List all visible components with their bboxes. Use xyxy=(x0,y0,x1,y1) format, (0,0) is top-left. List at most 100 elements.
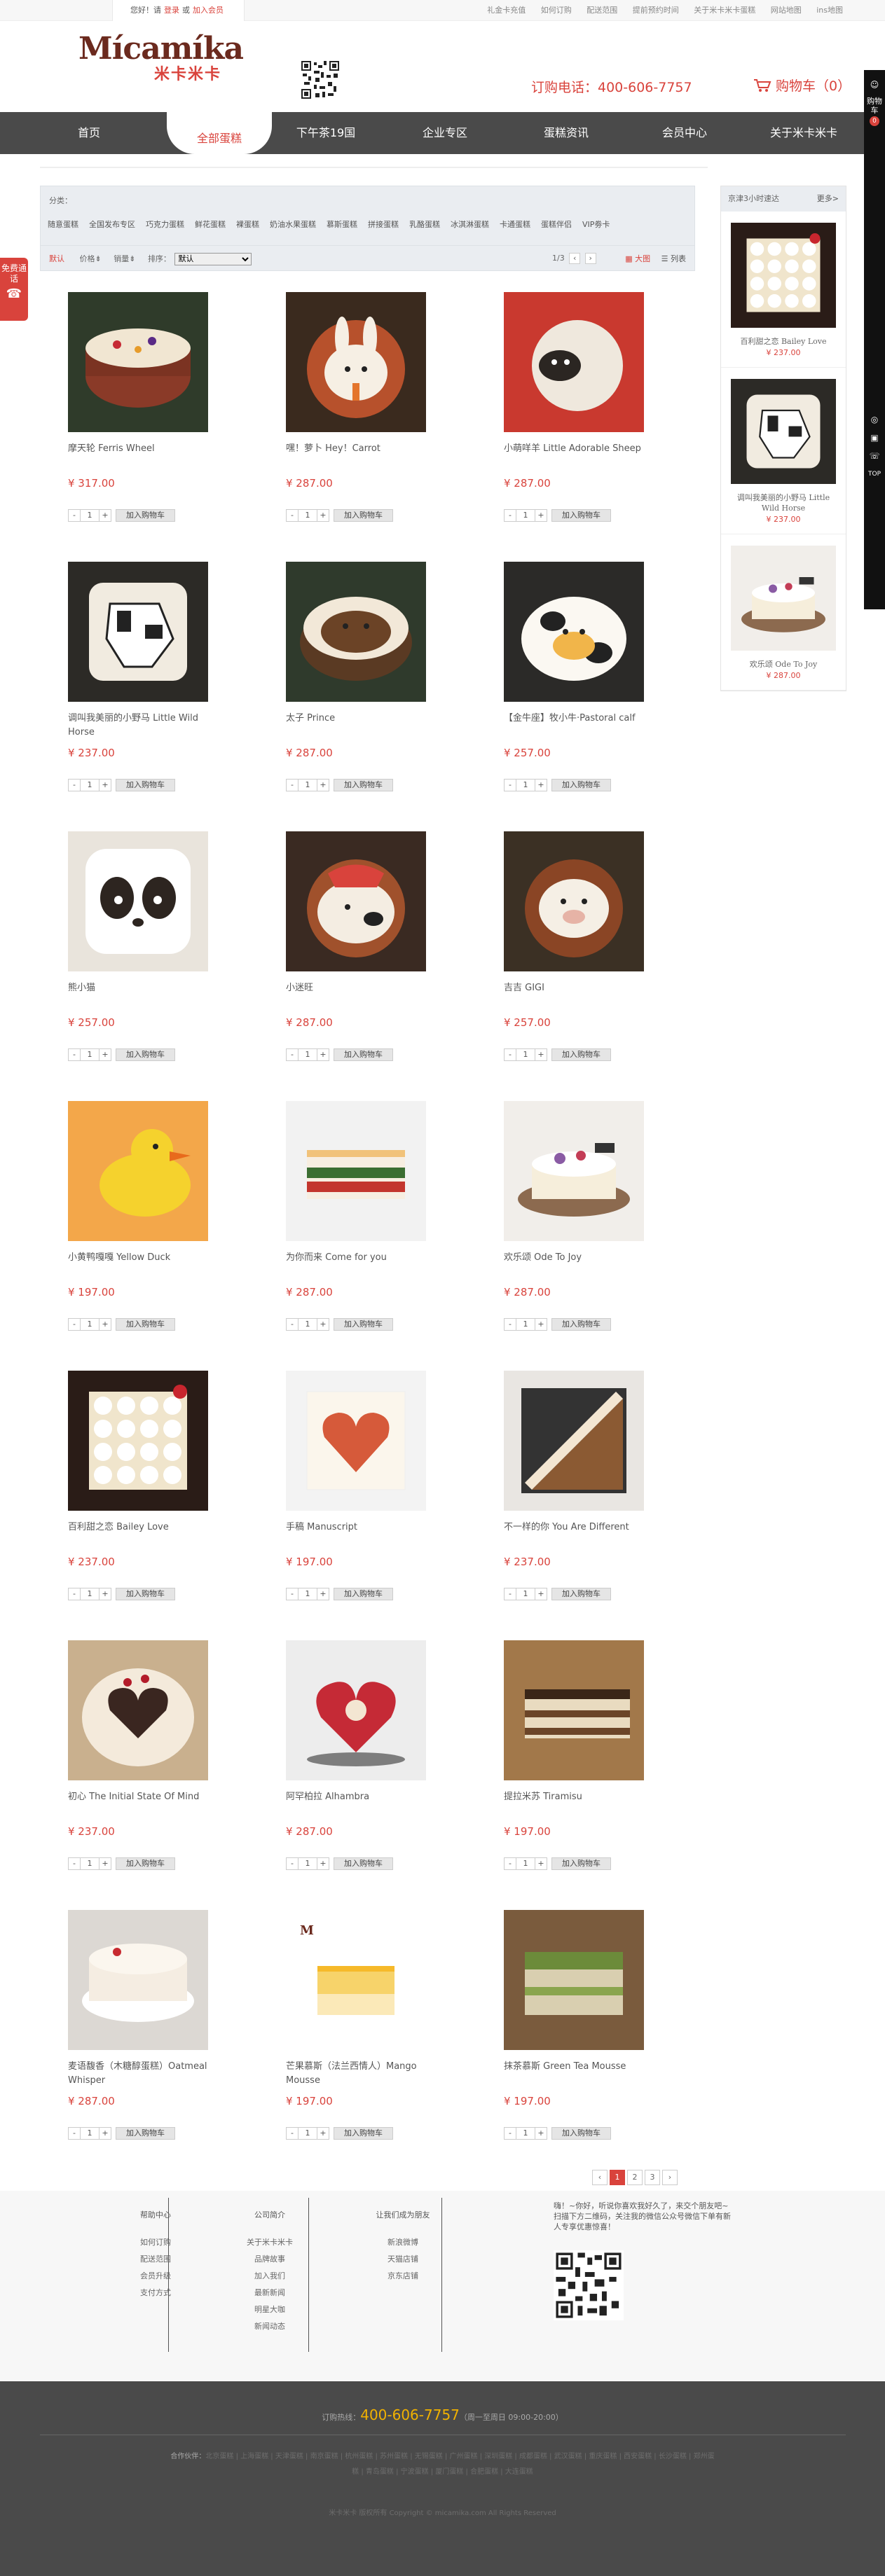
nav-all-cakes[interactable]: 全部蛋糕 xyxy=(167,92,272,154)
quantity-input[interactable]: 1 xyxy=(299,1318,317,1331)
footer-link[interactable]: 加入我们 xyxy=(214,2268,326,2285)
top-link[interactable]: 配送范围 xyxy=(586,6,617,15)
partners-list[interactable]: 北京蛋糕 | 上海蛋糕 | 天津蛋糕 | 南京蛋糕 | 杭州蛋糕 | 苏州蛋糕 … xyxy=(205,2453,714,2476)
user-icon[interactable]: ☺ xyxy=(864,76,885,94)
product-card[interactable]: 小萌咩羊 Little Adorable Sheep ¥ 287.00 -1 + 加… xyxy=(504,292,651,537)
product-image[interactable] xyxy=(68,292,208,432)
rail-cart[interactable]: 购物车 0 xyxy=(864,94,885,130)
product-image[interactable] xyxy=(286,1371,426,1511)
category-item[interactable]: 卡通蛋糕 xyxy=(500,220,530,229)
view-list-button[interactable]: ☰ 列表 xyxy=(661,254,686,263)
product-name[interactable]: 阿罕柏拉 Alhambra xyxy=(286,1790,430,1818)
minus-button[interactable]: - xyxy=(68,779,81,791)
product-image[interactable]: M xyxy=(286,1910,426,2050)
plus-button[interactable]: + xyxy=(535,1048,547,1061)
add-to-cart-button[interactable]: 加入购物车 xyxy=(334,509,393,522)
quantity-input[interactable]: 1 xyxy=(299,1048,317,1061)
category-item[interactable]: 巧克力蛋糕 xyxy=(146,220,184,229)
footer-link[interactable]: 新闻动态 xyxy=(214,2318,326,2335)
sidebar-item-image[interactable] xyxy=(731,546,836,651)
product-name[interactable]: 提拉米苏 Tiramisu xyxy=(504,1790,647,1818)
plus-button[interactable]: + xyxy=(535,2127,547,2140)
footer-link[interactable]: 新浪微博 xyxy=(347,2234,459,2251)
add-to-cart-button[interactable]: 加入购物车 xyxy=(116,2127,175,2140)
quantity-input[interactable]: 1 xyxy=(299,1857,317,1870)
footer-link[interactable]: 如何订购 xyxy=(100,2234,212,2251)
add-to-cart-button[interactable]: 加入购物车 xyxy=(116,779,175,791)
plus-button[interactable]: + xyxy=(535,509,547,522)
product-name[interactable]: 初心 The Initial State Of Mind xyxy=(68,1790,212,1818)
product-image[interactable] xyxy=(286,1101,426,1241)
quantity-input[interactable]: 1 xyxy=(81,1588,99,1600)
product-card[interactable]: 百利甜之恋 Bailey Love ¥ 237.00 -1 + 加入购物车 xyxy=(68,1371,215,1616)
phone-icon[interactable]: ☏ xyxy=(864,447,885,465)
product-card[interactable]: 抹茶慕斯 Green Tea Mousse ¥ 197.00 -1 + 加入购物车 xyxy=(504,1910,651,2155)
product-image[interactable] xyxy=(68,1371,208,1511)
product-name[interactable]: 小迷旺 xyxy=(286,981,430,1009)
add-to-cart-button[interactable]: 加入购物车 xyxy=(116,509,175,522)
product-name[interactable]: 小黄鸭嘎嘎 Yellow Duck xyxy=(68,1251,212,1279)
minus-button[interactable]: - xyxy=(68,509,81,522)
product-name[interactable]: 小萌咩羊 Little Adorable Sheep xyxy=(504,442,647,470)
minus-button[interactable]: - xyxy=(286,1857,299,1870)
add-to-cart-button[interactable]: 加入购物车 xyxy=(116,1588,175,1600)
sidebar-item-image[interactable] xyxy=(731,379,836,484)
sidebar-item-name[interactable]: 欢乐颂 Ode To Joy xyxy=(721,659,846,670)
pager-page-3[interactable]: 3 xyxy=(645,2170,660,2185)
plus-button[interactable]: + xyxy=(535,779,547,791)
product-image[interactable] xyxy=(68,831,208,971)
nav-home[interactable]: 首页 xyxy=(36,112,142,154)
footer-link[interactable]: 天猫店铺 xyxy=(347,2251,459,2268)
prev-page-button[interactable]: ‹ xyxy=(569,253,581,264)
pager-page-2[interactable]: 2 xyxy=(627,2170,643,2185)
nav-about[interactable]: 关于米卡米卡 xyxy=(751,112,856,154)
product-image[interactable] xyxy=(504,1910,644,2050)
category-item[interactable]: 鲜花蛋糕 xyxy=(195,220,226,229)
product-card[interactable]: 【金牛座】牧小牛·Pastoral calf ¥ 257.00 -1 + 加入购物车 xyxy=(504,562,651,807)
quantity-input[interactable]: 1 xyxy=(516,1048,535,1061)
product-card[interactable]: 小黄鸭嘎嘎 Yellow Duck ¥ 197.00 -1 + 加入购物车 xyxy=(68,1101,215,1346)
plus-button[interactable]: + xyxy=(317,509,329,522)
service-icon[interactable]: ◎ xyxy=(864,410,885,429)
sort-default[interactable]: 默认 xyxy=(49,254,64,263)
product-card[interactable]: 小迷旺 ¥ 287.00 -1 + 加入购物车 xyxy=(286,831,433,1076)
plus-button[interactable]: + xyxy=(99,1318,111,1331)
add-to-cart-button[interactable]: 加入购物车 xyxy=(116,1048,175,1061)
add-to-cart-button[interactable]: 加入购物车 xyxy=(334,1048,393,1061)
quantity-input[interactable]: 1 xyxy=(516,509,535,522)
product-card[interactable]: 调叫我美丽的小野马 Little Wild Horse ¥ 237.00 -1 +… xyxy=(68,562,215,807)
nav-enterprise[interactable]: 企业专区 xyxy=(392,112,498,154)
product-card[interactable]: 熊小猫 ¥ 257.00 -1 + 加入购物车 xyxy=(68,831,215,1076)
pager-page-1[interactable]: 1 xyxy=(610,2170,625,2185)
free-call-badge[interactable]: 免费通话 ☎ xyxy=(0,258,28,321)
minus-button[interactable]: - xyxy=(286,1048,299,1061)
quantity-input[interactable]: 1 xyxy=(299,779,317,791)
sort-sales[interactable]: 销量⇟ xyxy=(114,254,135,263)
add-to-cart-button[interactable]: 加入购物车 xyxy=(116,1318,175,1331)
category-item[interactable]: 随意蛋糕 xyxy=(48,220,78,229)
minus-button[interactable]: - xyxy=(68,1857,81,1870)
add-to-cart-button[interactable]: 加入购物车 xyxy=(551,1588,611,1600)
add-to-cart-button[interactable]: 加入购物车 xyxy=(334,1318,393,1331)
quantity-input[interactable]: 1 xyxy=(516,1318,535,1331)
product-image[interactable] xyxy=(504,292,644,432)
category-item[interactable]: 冰淇淋蛋糕 xyxy=(451,220,489,229)
pager-prev[interactable]: ‹ xyxy=(592,2170,608,2185)
add-to-cart-button[interactable]: 加入购物车 xyxy=(551,1318,611,1331)
cart-link[interactable]: 购物车（0） xyxy=(753,76,851,95)
back-to-top-button[interactable]: TOP xyxy=(864,465,885,483)
register-link[interactable]: 加入会员 xyxy=(193,6,224,15)
plus-button[interactable]: + xyxy=(99,1048,111,1061)
pager-next[interactable]: › xyxy=(662,2170,678,2185)
minus-button[interactable]: - xyxy=(286,509,299,522)
product-card[interactable]: 初心 The Initial State Of Mind ¥ 237.00 -1… xyxy=(68,1640,215,1885)
category-item[interactable]: 拼接蛋糕 xyxy=(368,220,399,229)
minus-button[interactable]: - xyxy=(68,2127,81,2140)
product-image[interactable] xyxy=(286,831,426,971)
sidebar-item[interactable]: 调叫我美丽的小野马 Little Wild Horse ¥ 237.00 xyxy=(721,368,846,534)
login-link[interactable]: 登录 xyxy=(164,6,179,15)
add-to-cart-button[interactable]: 加入购物车 xyxy=(551,1048,611,1061)
product-image[interactable] xyxy=(504,1371,644,1511)
site-logo[interactable]: Mícamíka 米卡米卡 xyxy=(78,32,244,84)
plus-button[interactable]: + xyxy=(317,779,329,791)
